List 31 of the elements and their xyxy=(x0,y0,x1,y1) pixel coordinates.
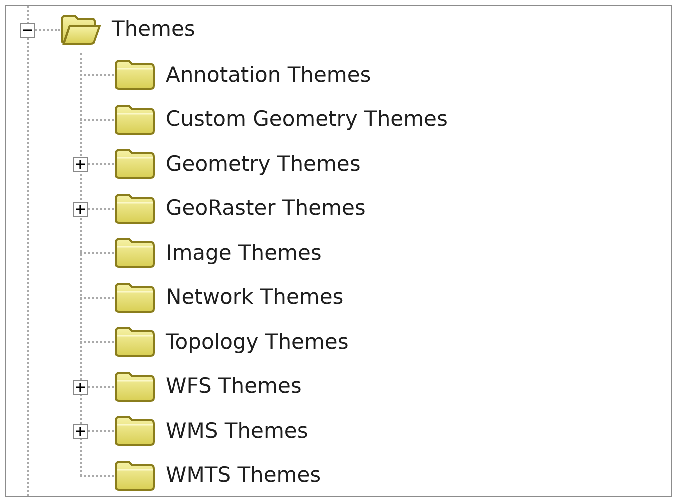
plus-icon xyxy=(76,204,85,214)
plus-icon xyxy=(76,427,85,436)
tree-node-label[interactable]: Geometry Themes xyxy=(166,148,361,180)
folder-icon xyxy=(114,460,156,492)
expand-button[interactable] xyxy=(73,424,88,439)
plus-icon xyxy=(76,160,85,169)
tree-node-label[interactable]: WMTS Themes xyxy=(166,460,322,492)
tree-node-label[interactable]: GeoRaster Themes xyxy=(166,193,366,224)
tree-node-label[interactable]: Topology Themes xyxy=(166,326,349,358)
tree-node-label[interactable]: WMS Themes xyxy=(166,416,308,447)
folder-icon xyxy=(114,104,156,136)
tree-node-label[interactable]: Image Themes xyxy=(166,238,322,269)
tree-node-label[interactable]: WFS Themes xyxy=(166,371,302,402)
folder-icon xyxy=(114,148,156,180)
folder-icon xyxy=(114,192,156,225)
expand-button[interactable] xyxy=(73,380,88,394)
tree-node-label[interactable]: Annotation Themes xyxy=(166,60,372,91)
expand-button[interactable] xyxy=(73,157,88,172)
expand-button[interactable] xyxy=(73,202,88,216)
folder-icon xyxy=(114,370,156,403)
folder-icon xyxy=(114,326,156,358)
collapse-button[interactable] xyxy=(20,22,35,38)
open-folder-icon xyxy=(60,14,102,46)
folder-icon xyxy=(114,59,156,92)
folder-icon xyxy=(114,237,156,270)
tree-node-label[interactable]: Network Themes xyxy=(166,282,344,314)
tree-node-label[interactable]: Themes xyxy=(112,14,196,46)
plus-icon xyxy=(76,382,85,392)
tree-node-label[interactable]: Custom Geometry Themes xyxy=(166,104,448,136)
folder-icon xyxy=(114,415,156,448)
folder-icon xyxy=(114,282,156,314)
